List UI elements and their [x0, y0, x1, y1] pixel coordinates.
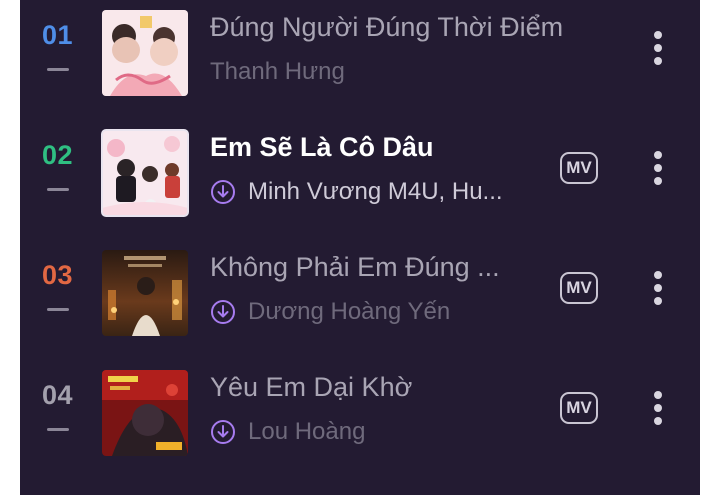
more-options-button[interactable] — [642, 140, 674, 196]
rank-unchanged-indicator — [47, 68, 69, 71]
album-cover[interactable] — [102, 370, 188, 456]
more-vertical-icon — [654, 391, 662, 399]
rank-number: 02 — [42, 140, 74, 170]
rank-number: 01 — [42, 20, 74, 50]
rank-number: 04 — [42, 380, 74, 410]
download-circle-icon — [211, 420, 235, 444]
song-row-1[interactable]: 01 Đúng Người Đúng Thời Điểm Thanh Hưng — [20, 2, 700, 102]
artist-line: Thanh Hưng — [210, 56, 345, 88]
download-circle-icon — [211, 180, 235, 204]
mv-button[interactable]: MV — [560, 152, 598, 184]
mv-button[interactable]: MV — [560, 392, 598, 424]
song-row-2[interactable]: 02 Em Sẽ Là Cô Dâu Minh Vương M4U, Hu...… — [20, 122, 700, 222]
artist-name[interactable]: Thanh Hưng — [210, 58, 345, 86]
song-title[interactable]: Không Phải Em Đúng ... — [210, 252, 610, 283]
more-vertical-icon — [654, 151, 662, 159]
album-cover[interactable] — [101, 129, 189, 217]
artist-line: Lou Hoàng — [210, 416, 365, 448]
song-title[interactable]: Đúng Người Đúng Thời Điểm — [210, 12, 610, 43]
song-title[interactable]: Em Sẽ Là Cô Dâu — [210, 132, 610, 163]
album-cover[interactable] — [102, 250, 188, 336]
more-options-button[interactable] — [642, 380, 674, 436]
song-row-3[interactable]: 03 Không Phải Em Đúng ... Dương Hoàng Yế… — [20, 242, 700, 342]
artist-name[interactable]: Dương Hoàng Yến — [248, 298, 450, 326]
album-cover[interactable] — [102, 10, 188, 96]
download-circle-icon — [211, 300, 235, 324]
song-row-4[interactable]: 04 Yêu Em Dại Khờ Lou Hoàng MV — [20, 362, 700, 462]
rank-number: 03 — [42, 260, 74, 290]
mv-button[interactable]: MV — [560, 272, 598, 304]
more-vertical-icon — [654, 271, 662, 279]
rank-unchanged-indicator — [47, 188, 69, 191]
artist-name[interactable]: Minh Vương M4U, Hu... — [248, 178, 503, 206]
artist-name[interactable]: Lou Hoàng — [248, 418, 365, 446]
artist-line: Minh Vương M4U, Hu... — [210, 176, 503, 208]
artist-line: Dương Hoàng Yến — [210, 296, 450, 328]
more-options-button[interactable] — [642, 260, 674, 316]
song-title[interactable]: Yêu Em Dại Khờ — [210, 372, 610, 403]
rank-unchanged-indicator — [47, 308, 69, 311]
rank-unchanged-indicator — [47, 428, 69, 431]
more-vertical-icon — [654, 31, 662, 39]
more-options-button[interactable] — [642, 20, 674, 76]
chart-list: 01 Đúng Người Đúng Thời Điểm Thanh Hưng — [20, 0, 700, 495]
